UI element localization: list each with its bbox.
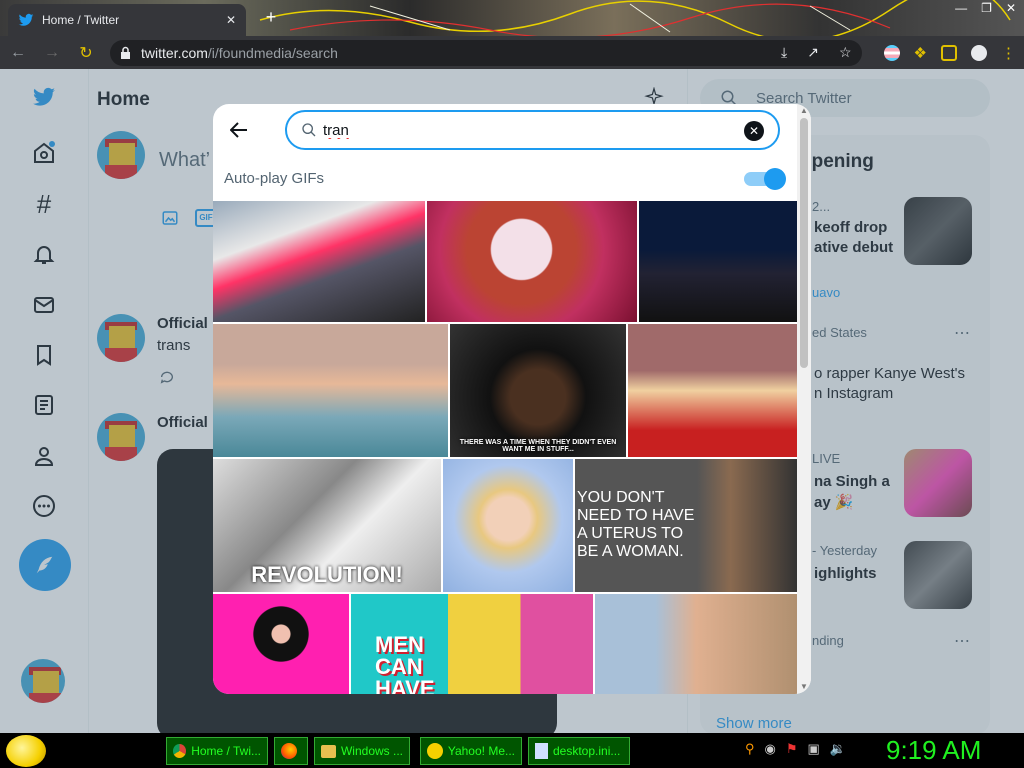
- modal-header: ✕: [213, 104, 811, 156]
- gif-wig-woman[interactable]: THERE WAS A TIME WHEN THEY DIDN'T EVEN W…: [450, 324, 626, 457]
- minimize-icon[interactable]: —: [955, 1, 967, 15]
- url-path: /i/foundmedia/search: [207, 44, 338, 61]
- browser-toolbar: ← → ↻ twitter.com/i/foundmedia/search ⤓ …: [0, 36, 1024, 69]
- taskbar-item-explorer[interactable]: Windows ...: [314, 737, 410, 765]
- modal-scrollbar[interactable]: ▲ ▼: [797, 104, 811, 694]
- forward-arrow-icon[interactable]: →: [42, 44, 62, 62]
- gif-drag-queen-crying[interactable]: [427, 201, 637, 322]
- extensions-area: ❖ ⋮: [883, 44, 1016, 62]
- taskbar-item-yahoo[interactable]: Yahoo! Me...: [420, 737, 522, 765]
- taskbar-item-notepad[interactable]: desktop.ini...: [528, 737, 630, 765]
- clear-search-icon[interactable]: ✕: [744, 121, 764, 141]
- chrome-icon: [173, 744, 187, 758]
- notepad-icon: [535, 743, 548, 759]
- gif-uterus-quote[interactable]: YOU DON'T NEED TO HAVE A UTERUS TO BE A …: [575, 459, 797, 592]
- browser-menu-icon[interactable]: ⋮: [1001, 44, 1016, 62]
- yahoo-messenger-icon: [427, 743, 443, 759]
- gif-man-with-cap[interactable]: [595, 594, 797, 694]
- gif-caption: MEN CAN HAVE: [375, 632, 435, 695]
- theme-decoration: [259, 0, 1011, 36]
- browser-tabstrip: Home / Twitter ✕ + — ❐ ✕: [0, 0, 1024, 36]
- taskbar-item-chrome[interactable]: Home / Twi...: [166, 737, 268, 765]
- lock-icon: [121, 46, 130, 59]
- gif-revolution[interactable]: REVOLUTION!: [213, 459, 441, 592]
- back-arrow-icon: [230, 122, 247, 138]
- share-icon[interactable]: ↗: [807, 44, 819, 61]
- new-tab-button[interactable]: +: [262, 8, 280, 26]
- taskbar-item-label: Windows ...: [340, 744, 403, 758]
- folder-icon: [321, 744, 336, 758]
- start-button[interactable]: [6, 735, 46, 767]
- taskbar-clock[interactable]: 9:19 AM: [886, 733, 981, 768]
- tray-search-icon[interactable]: ⚲: [745, 741, 755, 757]
- bookmark-star-icon[interactable]: ☆: [839, 44, 852, 61]
- screen: { "browser": { "tab_title": "Home / Twit…: [0, 0, 1024, 768]
- browser-tab[interactable]: Home / Twitter ✕: [8, 4, 246, 36]
- gif-men-can-have[interactable]: MEN CAN HAVE: [351, 594, 593, 694]
- autoplay-toggle[interactable]: [744, 168, 786, 190]
- twitter-bird-icon: [18, 13, 34, 26]
- window-controls: — ❐ ✕: [955, 0, 1016, 16]
- tray-messenger-icon[interactable]: ◉: [765, 741, 776, 757]
- install-app-icon[interactable]: ⤓: [781, 44, 787, 61]
- scroll-up-icon[interactable]: ▲: [799, 106, 809, 116]
- scroll-down-icon[interactable]: ▼: [799, 682, 809, 692]
- gif-woman-pink-bg[interactable]: [213, 594, 349, 694]
- firefox-icon: [281, 743, 297, 759]
- gif-search-modal: ✕ Auto-play GIFs THERE WAS A TIME WHEN T…: [213, 104, 811, 694]
- taskbar-item-label: Yahoo! Me...: [447, 744, 515, 758]
- system-tray: ⚲ ◉ ⚑ ▣ 🔉: [745, 741, 846, 757]
- side-panel-icon[interactable]: [941, 44, 957, 61]
- profile-avatar-icon[interactable]: [971, 44, 987, 61]
- taskbar-item-firefox[interactable]: [274, 737, 308, 765]
- taskbar-item-label: Home / Twi...: [191, 744, 261, 758]
- url-host: twitter.com: [141, 44, 208, 61]
- back-arrow-icon[interactable]: ←: [8, 44, 28, 62]
- gif-jimmy-fallon[interactable]: [639, 201, 797, 322]
- gif-search-field[interactable]: ✕: [285, 110, 780, 150]
- extensions-puzzle-icon[interactable]: ❖: [914, 44, 927, 62]
- search-icon: [302, 123, 316, 137]
- close-window-icon[interactable]: ✕: [1006, 1, 1016, 15]
- gif-caption: YOU DON'T NEED TO HAVE A UTERUS TO BE A …: [577, 489, 695, 560]
- gif-search-input[interactable]: [323, 121, 723, 139]
- tray-volume-icon[interactable]: 🔉: [830, 741, 846, 757]
- restore-icon[interactable]: ❐: [981, 1, 992, 15]
- gif-hot-tub-men[interactable]: [213, 324, 448, 457]
- gif-caption: REVOLUTION!: [251, 562, 403, 587]
- taskbar-item-label: desktop.ini...: [553, 744, 621, 758]
- autoplay-label: Auto-play GIFs: [224, 170, 325, 187]
- tray-network-icon[interactable]: ▣: [808, 741, 820, 757]
- tray-flag-icon[interactable]: ⚑: [786, 741, 798, 757]
- gif-singing-child[interactable]: [628, 324, 797, 457]
- taskbar: Home / Twi... Windows ... Yahoo! Me... d…: [0, 733, 1024, 768]
- scrollbar-thumb[interactable]: [800, 118, 808, 368]
- tab-title: Home / Twitter: [42, 13, 120, 27]
- reload-icon[interactable]: ↻: [76, 43, 96, 63]
- trans-flag-extension-icon[interactable]: [883, 44, 900, 61]
- gif-blonde-woman[interactable]: [443, 459, 573, 592]
- gif-results-grid: THERE WAS A TIME WHEN THEY DIDN'T EVEN W…: [213, 201, 797, 694]
- gif-pride-parade[interactable]: [213, 201, 425, 322]
- back-button[interactable]: [227, 118, 251, 142]
- address-bar[interactable]: twitter.com/i/foundmedia/search ⤓ ↗ ☆: [110, 39, 862, 66]
- tab-close-icon[interactable]: ✕: [226, 13, 236, 27]
- gif-caption: THERE WAS A TIME WHEN THEY DIDN'T EVEN W…: [459, 439, 617, 453]
